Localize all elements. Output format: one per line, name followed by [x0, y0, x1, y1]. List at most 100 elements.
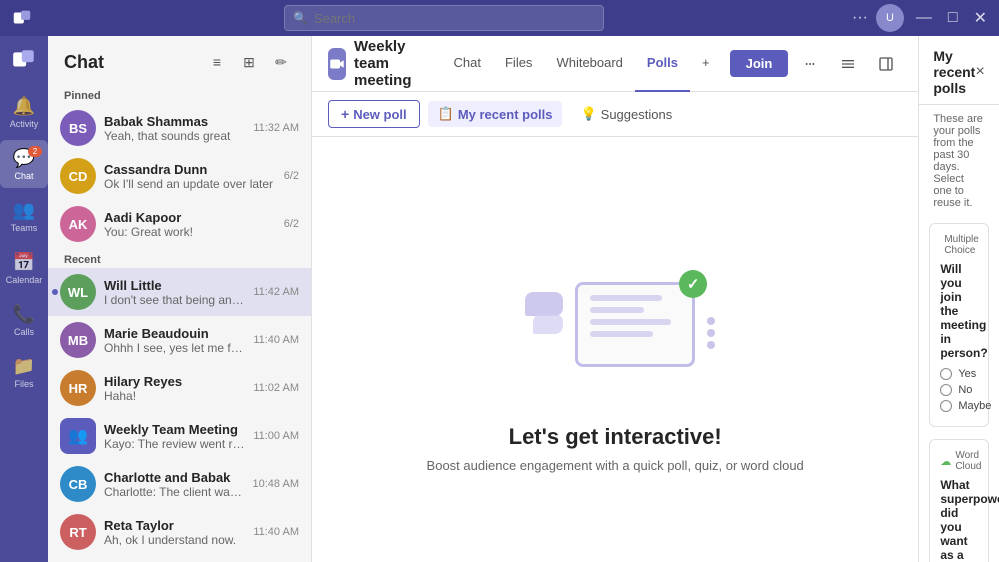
poll-card-1[interactable]: Multiple Choice Will you join the meetin…	[929, 223, 989, 427]
minimize-btn[interactable]: —	[912, 9, 936, 27]
right-panel: My recent polls × These are your polls f…	[918, 36, 999, 562]
chat-sidebar: Chat ≡ ⊞ ✏ Pinned BS Babak Shammas Yeah,…	[48, 36, 312, 562]
poll-type-label-1: Multiple Choice	[944, 234, 978, 256]
suggestions-icon: 💡	[580, 106, 596, 122]
my-recent-polls-tab[interactable]: 📋 My recent polls	[428, 101, 563, 127]
recent-poll-icon: 📋	[438, 106, 454, 122]
nav-item-activity[interactable]: 🔔 Activity	[0, 88, 48, 136]
avatar-marie: MB	[60, 322, 96, 358]
chat-time-hilary: 11:02 AM	[253, 382, 299, 394]
nav-item-more[interactable]: ···	[0, 542, 48, 562]
empty-state-text: Let's get interactive! Boost audience en…	[427, 424, 804, 473]
chat-content-reta: Reta Taylor Ah, ok I understand now.	[104, 518, 245, 547]
nav-item-teams[interactable]: 👥 Teams	[0, 192, 48, 240]
chat-time-reta: 11:40 AM	[253, 526, 299, 538]
nav-label-activity: Activity	[10, 119, 39, 129]
my-recent-polls-label: My recent polls	[458, 107, 553, 122]
avatar-will: WL	[60, 274, 96, 310]
nav-item-files[interactable]: 📁 Files	[0, 348, 48, 396]
close-btn[interactable]: ✕	[970, 8, 991, 28]
chat-badge: 2	[28, 146, 42, 157]
nav-item-calendar[interactable]: 📅 Calendar	[0, 244, 48, 292]
radio-no	[940, 384, 952, 396]
poll-question-2: What superpower did you want as a kid?	[940, 478, 978, 562]
main-empty-state: ✓ Let's get interactive! Boost audience …	[312, 137, 918, 562]
more-btn[interactable]	[832, 48, 864, 80]
poll-type-label-2: Word Cloud	[955, 450, 981, 472]
chat-item-babak[interactable]: BS Babak Shammas Yeah, that sounds great…	[48, 104, 311, 152]
chat-item-joshua[interactable]: JV Joshua VanBuren Thanks for reviewing!…	[48, 556, 311, 562]
chat-item-hilary[interactable]: HR Hilary Reyes Haha! 11:02 AM	[48, 364, 311, 412]
chat-meta-hilary: 11:02 AM	[253, 382, 299, 394]
decoration-dots	[707, 317, 715, 349]
chat-item-reta[interactable]: RT Reta Taylor Ah, ok I understand now. …	[48, 508, 311, 556]
more-options-icon[interactable]: ···	[852, 9, 868, 27]
chat-preview-marie: Ohhh I see, yes let me fix that!	[104, 341, 245, 355]
search-bar[interactable]: 🔍	[284, 5, 604, 31]
meeting-title: Weekly team meeting	[354, 38, 426, 89]
suggestions-label: Suggestions	[601, 107, 673, 122]
nav-label-chat: Chat	[14, 171, 33, 181]
radio-maybe	[940, 400, 952, 412]
empty-state-subtitle: Boost audience engagement with a quick p…	[427, 458, 804, 473]
panel-title: My recent polls	[933, 48, 975, 96]
chat-time-charlotte: 10:48 AM	[253, 478, 299, 490]
poll-type-badge-2: ☁ Word Cloud	[940, 450, 978, 472]
meeting-options-btn[interactable]	[794, 48, 826, 80]
chat-content-cassandra: Cassandra Dunn Ok I'll send an update ov…	[104, 162, 276, 191]
chat-item-marie[interactable]: MB Marie Beaudouin Ohhh I see, yes let m…	[48, 316, 311, 364]
chat-name-charlotte: Charlotte and Babak	[104, 470, 245, 485]
new-poll-label: New poll	[353, 107, 406, 122]
poll-option-1-maybe: Maybe	[940, 400, 978, 412]
nav-label-teams: Teams	[11, 223, 38, 233]
left-navigation: 🔔 Activity 💬 Chat 2 👥 Teams 📅 Calendar 📞…	[0, 36, 48, 562]
activity-icon: 🔔	[13, 96, 35, 117]
filter-button[interactable]: ≡	[203, 48, 231, 76]
poll-card-2[interactable]: ☁ Word Cloud What superpower did you wan…	[929, 439, 989, 562]
nav-item-calls[interactable]: 📞 Calls	[0, 296, 48, 344]
nav-item-chat[interactable]: 💬 Chat 2	[0, 140, 48, 188]
suggestions-tab[interactable]: 💡 Suggestions	[570, 101, 682, 127]
chat-content-weekly-team: Weekly Team Meeting Kayo: The review wen…	[104, 422, 245, 451]
tab-polls[interactable]: Polls	[635, 36, 690, 92]
new-poll-button[interactable]: + New poll	[328, 100, 420, 128]
tab-whiteboard[interactable]: Whiteboard	[544, 36, 634, 92]
chat-item-aadi[interactable]: AK Aadi Kapoor You: Great work! 6/2	[48, 200, 311, 248]
tab-add[interactable]: +	[690, 36, 722, 92]
tab-chat[interactable]: Chat	[442, 36, 493, 92]
poll-type-badge-1: Multiple Choice	[940, 234, 978, 256]
chat-meta-weekly-team: 11:00 AM	[253, 430, 299, 442]
checkmark-icon: ✓	[679, 270, 707, 298]
chat-item-weekly-team[interactable]: 👥 Weekly Team Meeting Kayo: The review w…	[48, 412, 311, 460]
chat-item-cassandra[interactable]: CD Cassandra Dunn Ok I'll send an update…	[48, 152, 311, 200]
radio-yes	[940, 368, 952, 380]
panel-description: These are your polls from the past 30 da…	[919, 105, 999, 217]
chat-preview-hilary: Haha!	[104, 389, 245, 403]
maximize-btn[interactable]: □	[944, 9, 962, 27]
panel-close-button[interactable]: ×	[975, 60, 985, 84]
chat-item-will[interactable]: WL Will Little I don't see that being an…	[48, 268, 311, 316]
chat-content-charlotte: Charlotte and Babak Charlotte: The clien…	[104, 470, 245, 499]
empty-state-title: Let's get interactive!	[427, 424, 804, 450]
search-input[interactable]	[314, 11, 595, 26]
chat-item-charlotte[interactable]: CB Charlotte and Babak Charlotte: The cl…	[48, 460, 311, 508]
calls-icon: 📞	[13, 304, 35, 325]
chat-time-cassandra: 6/2	[284, 170, 299, 182]
avatar-cassandra: CD	[60, 158, 96, 194]
edit-button[interactable]: ✏	[267, 48, 295, 76]
avatar-reta: RT	[60, 514, 96, 550]
sidebar-header: Chat ≡ ⊞ ✏	[48, 36, 311, 84]
join-button[interactable]: Join	[730, 50, 789, 77]
main-header: Weekly team meeting Chat Files Whiteboar…	[312, 36, 918, 92]
main-header-right: Join	[730, 48, 903, 80]
user-avatar[interactable]: U	[876, 4, 904, 32]
cloud-icon: ☁	[940, 455, 951, 468]
chat-name-aadi: Aadi Kapoor	[104, 210, 276, 225]
compose-button[interactable]: ⊞	[235, 48, 263, 76]
chat-name-reta: Reta Taylor	[104, 518, 245, 533]
panel-btn[interactable]	[870, 48, 902, 80]
tab-files[interactable]: Files	[493, 36, 544, 92]
chat-meta-cassandra: 6/2	[284, 170, 299, 182]
add-icon: +	[341, 106, 349, 122]
monitor	[575, 282, 695, 367]
